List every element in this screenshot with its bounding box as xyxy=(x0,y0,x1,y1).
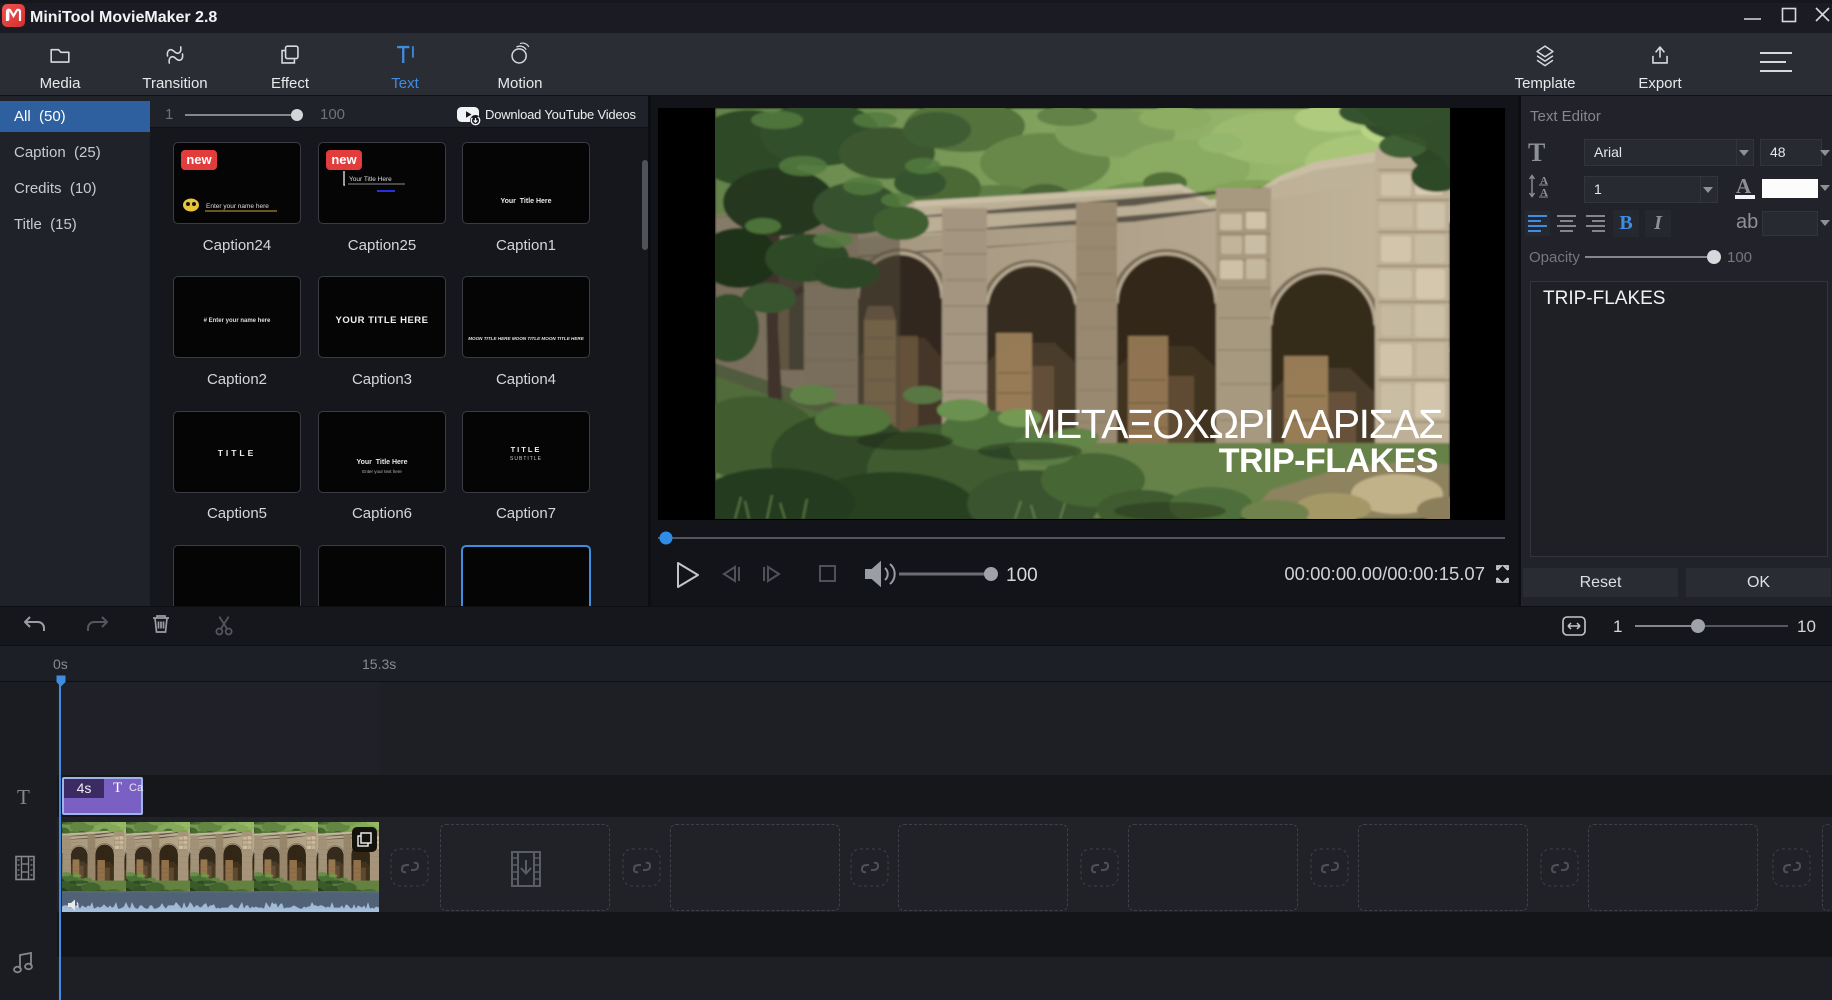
svg-text:TITLE: TITLE xyxy=(511,445,542,454)
svg-text:YOUR TITLE HERE: YOUR TITLE HERE xyxy=(335,315,428,326)
svg-text:Enter your name here: Enter your name here xyxy=(206,203,269,210)
svg-text:TITLE: TITLE xyxy=(218,448,257,458)
svg-text:100: 100 xyxy=(1006,565,1038,586)
svg-text:Your Title Here: Your Title Here xyxy=(349,176,392,183)
svg-text:# Enter your name here: # Enter your name here xyxy=(204,318,271,324)
svg-text:TRIP-FLAKES: TRIP-FLAKES xyxy=(1219,442,1438,480)
svg-text:Your Title Here: Your Title Here xyxy=(500,198,551,205)
svg-text:MOON TITLE HERE MOON TITLE MOO: MOON TITLE HERE MOON TITLE MOON TITLE HE… xyxy=(468,336,585,341)
svg-text:Enter your text here: Enter your text here xyxy=(362,469,402,474)
svg-text:ΜΕΤΑΞΟΧΩΡΙ ΛΑΡΙΣΑΣ: ΜΕΤΑΞΟΧΩΡΙ ΛΑΡΙΣΑΣ xyxy=(1022,401,1442,447)
svg-text:00:00:00.00/00:00:15.07: 00:00:00.00/00:00:15.07 xyxy=(1284,563,1485,584)
svg-text:SUBTITLE: SUBTITLE xyxy=(510,456,542,462)
svg-text:Your Title Here: Your Title Here xyxy=(356,459,407,466)
